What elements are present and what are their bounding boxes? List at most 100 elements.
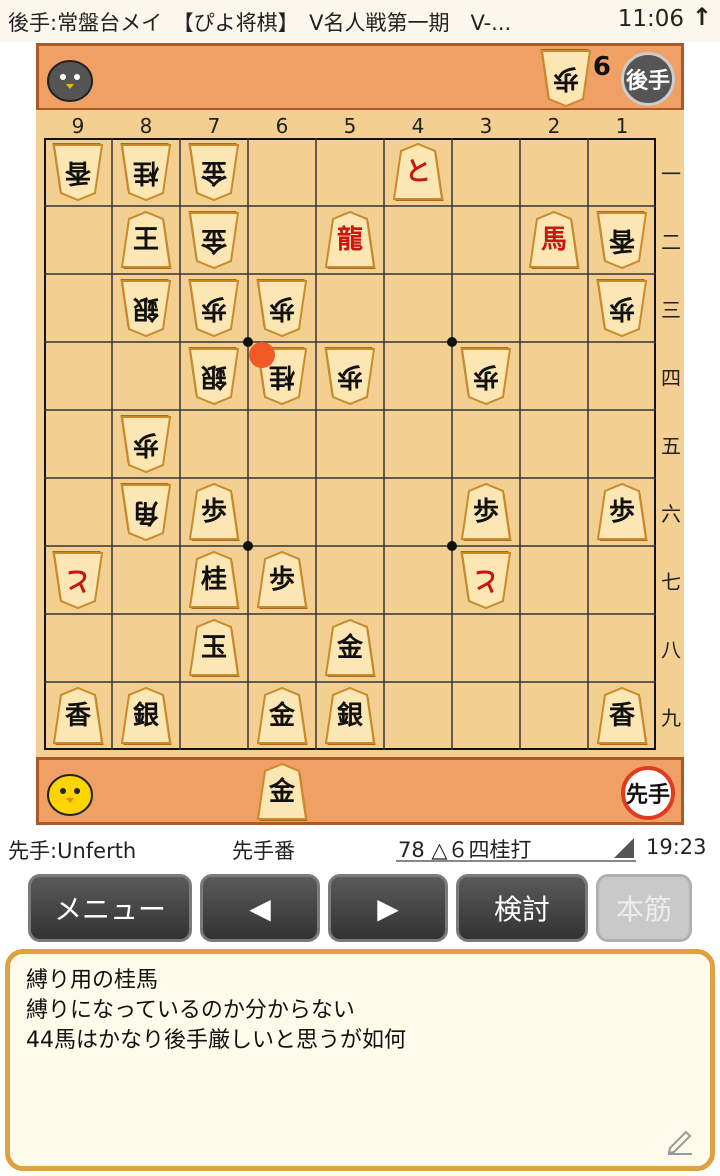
piece-char: 歩: [608, 497, 635, 527]
board-piece[interactable]: 歩: [255, 550, 309, 610]
rank-label: 四: [661, 366, 681, 390]
board-piece[interactable]: と: [51, 550, 105, 610]
star-point: [243, 541, 253, 551]
board-piece[interactable]: 香: [51, 142, 105, 202]
comment-line: 44馬はかなり後手厳しいと思うが如何: [26, 1028, 406, 1053]
status-title: 後手:常盤台メイ 【ぴよ将棋】 V名人戦第一期 V-...: [8, 11, 512, 35]
gote-avatar-icon: [47, 60, 93, 102]
piece-char: 歩: [337, 361, 364, 391]
board-piece[interactable]: 香: [51, 686, 105, 746]
game-clock: 19:23: [646, 835, 707, 859]
star-point: [447, 541, 457, 551]
board-piece[interactable]: 銀: [187, 346, 241, 406]
board-piece[interactable]: 歩: [119, 414, 173, 474]
piece-char: 桂: [133, 157, 160, 187]
hand-piece[interactable]: 歩6: [539, 48, 611, 108]
piece-char: 角: [133, 497, 160, 527]
shogi-board[interactable]: 香桂金と王金龍馬香銀歩歩歩銀桂歩歩歩角歩歩歩と桂歩と玉金香銀金銀香: [44, 138, 656, 750]
move-selector[interactable]: 78 △６四桂打: [396, 828, 636, 862]
file-label: 2: [547, 114, 561, 138]
prev-move-button[interactable]: ◀: [200, 874, 320, 942]
board-piece[interactable]: 馬: [527, 210, 581, 270]
board-piece[interactable]: 香: [595, 210, 649, 270]
up-arrow-icon: ↑: [691, 3, 712, 31]
board-piece[interactable]: 銀: [119, 278, 173, 338]
board-piece[interactable]: 歩: [187, 482, 241, 542]
piece-char: 桂: [200, 565, 227, 595]
turn-indicator: 先手番: [232, 839, 295, 863]
board-piece[interactable]: 銀: [119, 686, 173, 746]
hand-piece[interactable]: 金: [255, 762, 309, 822]
menu-button[interactable]: メニュー: [28, 874, 192, 942]
piece-char: 歩: [200, 497, 227, 527]
board-piece[interactable]: 桂: [187, 550, 241, 610]
board-piece[interactable]: 王: [119, 210, 173, 270]
piece-char: 歩: [553, 63, 580, 93]
rank-label: 一: [661, 162, 681, 186]
board-area: 987654321 一二三四五六七八九 香桂金と王金龍馬香銀歩歩歩銀桂歩歩歩角歩…: [36, 110, 684, 757]
file-label: 4: [411, 114, 425, 138]
piece-char: 王: [132, 225, 159, 255]
board-piece[interactable]: と: [391, 142, 445, 202]
board-piece[interactable]: 金: [187, 210, 241, 270]
piece-char: 香: [608, 701, 635, 731]
gote-hand-area[interactable]: 歩6 後手: [36, 43, 684, 111]
board-piece[interactable]: 龍: [323, 210, 377, 270]
piece-char: 香: [609, 225, 636, 255]
piece-char: 金: [268, 701, 295, 731]
piece-char: 銀: [133, 293, 160, 323]
board-piece[interactable]: 金: [255, 686, 309, 746]
board-piece[interactable]: 歩: [595, 482, 649, 542]
board-piece[interactable]: 桂: [119, 142, 173, 202]
board-piece[interactable]: 角: [119, 482, 173, 542]
hand-count: 6: [592, 52, 611, 82]
analyze-button[interactable]: 検討: [456, 874, 588, 942]
piece-char: 歩: [472, 497, 499, 527]
comment-line: 縛り用の桂馬: [26, 968, 159, 993]
sente-hand-area[interactable]: 金 先手: [36, 757, 684, 825]
board-piece[interactable]: 金: [323, 618, 377, 678]
star-point: [447, 337, 457, 347]
piece-char: 歩: [201, 293, 228, 323]
rank-label: 五: [661, 434, 681, 458]
piece-char: 歩: [609, 293, 636, 323]
mainline-button[interactable]: 本筋: [596, 874, 692, 942]
file-label: 6: [275, 114, 289, 138]
comment-box[interactable]: 縛り用の桂馬 縛りになっているのか分からない 44馬はかなり後手厳しいと思うが如…: [5, 949, 715, 1171]
info-row: 先手:Unferth 先手番 78 △６四桂打 19:23: [0, 828, 720, 868]
pencil-edit-icon[interactable]: [664, 1124, 696, 1156]
dropdown-triangle-icon: [614, 838, 634, 858]
piece-char: 馬: [540, 225, 567, 255]
board-piece[interactable]: 歩: [255, 278, 309, 338]
piece-char: と: [404, 157, 431, 187]
comment-line: 縛りになっているのか分からない: [26, 998, 355, 1023]
sente-avatar-icon: [47, 774, 93, 816]
rank-label: 八: [661, 638, 681, 662]
gote-side-badge: 後手: [621, 52, 675, 106]
piece-char: 銀: [132, 701, 159, 731]
piece-char: 香: [65, 157, 92, 187]
next-move-button[interactable]: ▶: [328, 874, 448, 942]
piece-char: と: [473, 565, 500, 595]
file-label: 5: [343, 114, 357, 138]
piece-char: 玉: [200, 633, 227, 663]
piece-char: 歩: [473, 361, 500, 391]
sente-player-name: 先手:Unferth: [8, 839, 137, 863]
board-piece[interactable]: と: [459, 550, 513, 610]
file-label: 9: [71, 114, 85, 138]
board-piece[interactable]: 金: [187, 142, 241, 202]
board-piece[interactable]: 歩: [459, 482, 513, 542]
piece-char: 銀: [201, 361, 228, 391]
piece-char: と: [65, 565, 92, 595]
piece-char: 金: [336, 633, 363, 663]
board-piece[interactable]: 香: [595, 686, 649, 746]
board-piece[interactable]: 銀: [323, 686, 377, 746]
piece-char: 龍: [336, 225, 363, 255]
board-piece[interactable]: 歩: [323, 346, 377, 406]
board-piece[interactable]: 玉: [187, 618, 241, 678]
piece-char: 銀: [336, 701, 363, 731]
board-piece[interactable]: 歩: [459, 346, 513, 406]
file-label: 8: [139, 114, 153, 138]
board-piece[interactable]: 歩: [187, 278, 241, 338]
board-piece[interactable]: 歩: [595, 278, 649, 338]
